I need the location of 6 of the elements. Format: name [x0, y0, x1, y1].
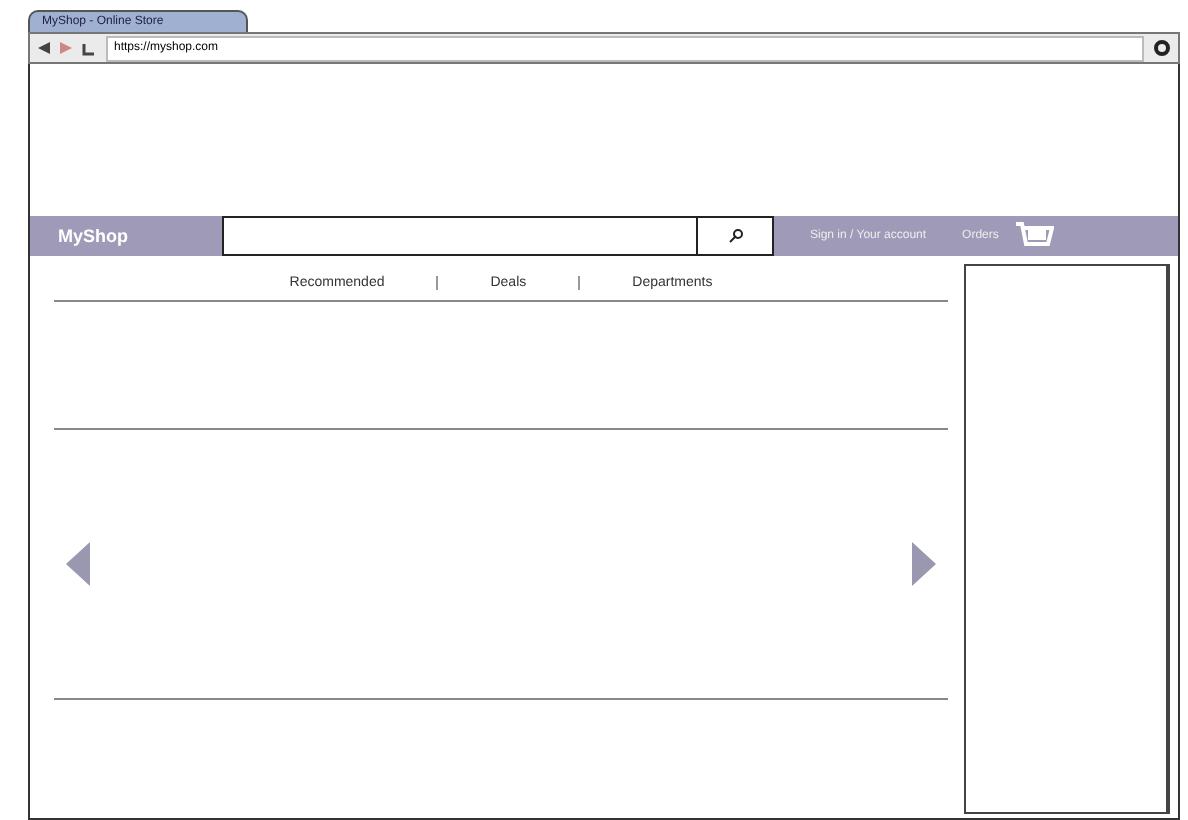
- back-icon[interactable]: [38, 42, 50, 54]
- search-field[interactable]: [222, 216, 774, 256]
- previous-arrow-icon[interactable]: [66, 542, 90, 586]
- cart-icon[interactable]: [1014, 220, 1055, 252]
- search-icon: [727, 228, 743, 244]
- next-arrow-icon[interactable]: [912, 542, 936, 586]
